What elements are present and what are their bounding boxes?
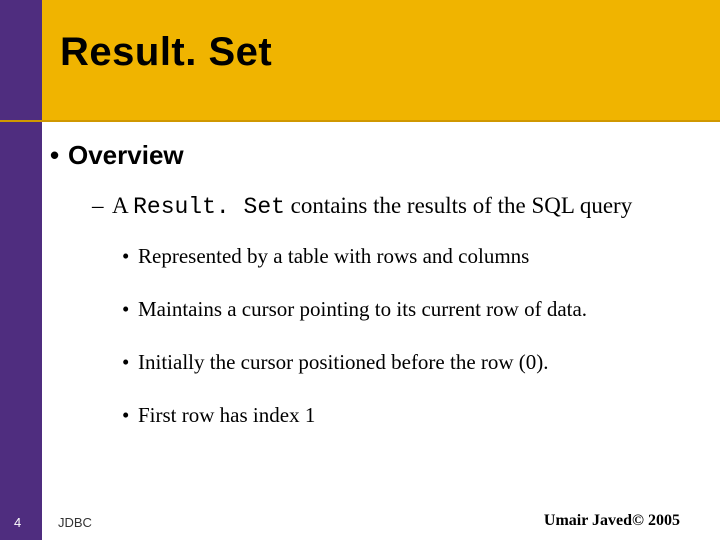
left-rail-top [0, 0, 42, 120]
bullet-icon: • [122, 350, 138, 375]
content-area: •Overview –A Result. Set contains the re… [50, 140, 704, 456]
subheading-level2: –A Result. Set contains the results of t… [92, 193, 704, 220]
bullet-item: •Initially the cursor positioned before … [122, 350, 704, 375]
bullet-icon: • [122, 403, 138, 428]
footer: 4 JDBC Umair Javed© 2005 [0, 504, 720, 540]
bullet-text: Initially the cursor positioned before t… [138, 350, 549, 374]
bullet-text: Maintains a cursor pointing to its curre… [138, 297, 587, 321]
bullet-icon: • [50, 140, 68, 171]
bullet-icon: • [122, 297, 138, 322]
bullet-item: •Represented by a table with rows and co… [122, 244, 704, 269]
sub-prefix: A [112, 193, 133, 218]
slide: Result. Set •Overview –A Result. Set con… [0, 0, 720, 540]
bullet-item: •First row has index 1 [122, 403, 704, 428]
slide-title: Result. Set [60, 30, 272, 75]
sub-code: Result. Set [133, 194, 285, 220]
bullet-text: Represented by a table with rows and col… [138, 244, 529, 268]
footer-right-author: Umair Javed© 2005 [544, 512, 680, 530]
slide-number: 4 [14, 515, 21, 530]
bullet-item: •Maintains a cursor pointing to its curr… [122, 297, 704, 322]
bullet-icon: • [122, 244, 138, 269]
dash-icon: – [92, 193, 112, 219]
heading-level1: •Overview [50, 140, 704, 171]
bullet-text: First row has index 1 [138, 403, 315, 427]
heading-text: Overview [68, 140, 184, 170]
sub-suffix: contains the results of the SQL query [285, 193, 632, 218]
footer-left-label: JDBC [58, 515, 92, 530]
